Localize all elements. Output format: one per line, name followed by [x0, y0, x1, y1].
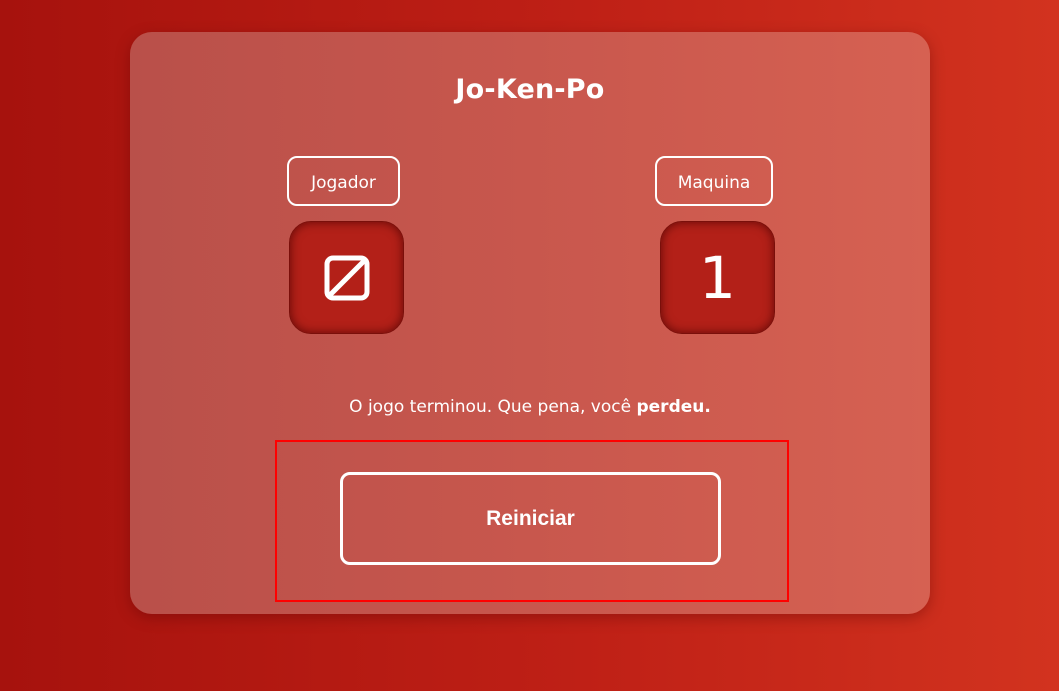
machine-choice-value: 1: [699, 243, 736, 312]
result-emphasis: perdeu.: [636, 397, 711, 417]
player-label: Jogador: [287, 156, 400, 206]
game-title: Jo-Ken-Po: [455, 74, 605, 105]
restart-highlight: Reiniciar: [275, 440, 789, 602]
result-text: O jogo terminou. Que pena, você: [349, 397, 637, 417]
restart-button[interactable]: Reiniciar: [340, 472, 721, 565]
player-choice-tile: [289, 221, 404, 334]
machine-label: Maquina: [655, 156, 773, 206]
result-message: O jogo terminou. Que pena, você perdeu.: [130, 397, 930, 417]
square-slash-icon: [324, 255, 369, 300]
game-card: Jo-Ken-Po Jogador Maquina 1 O jogo termi…: [130, 32, 930, 614]
machine-choice-tile: 1: [660, 221, 775, 334]
